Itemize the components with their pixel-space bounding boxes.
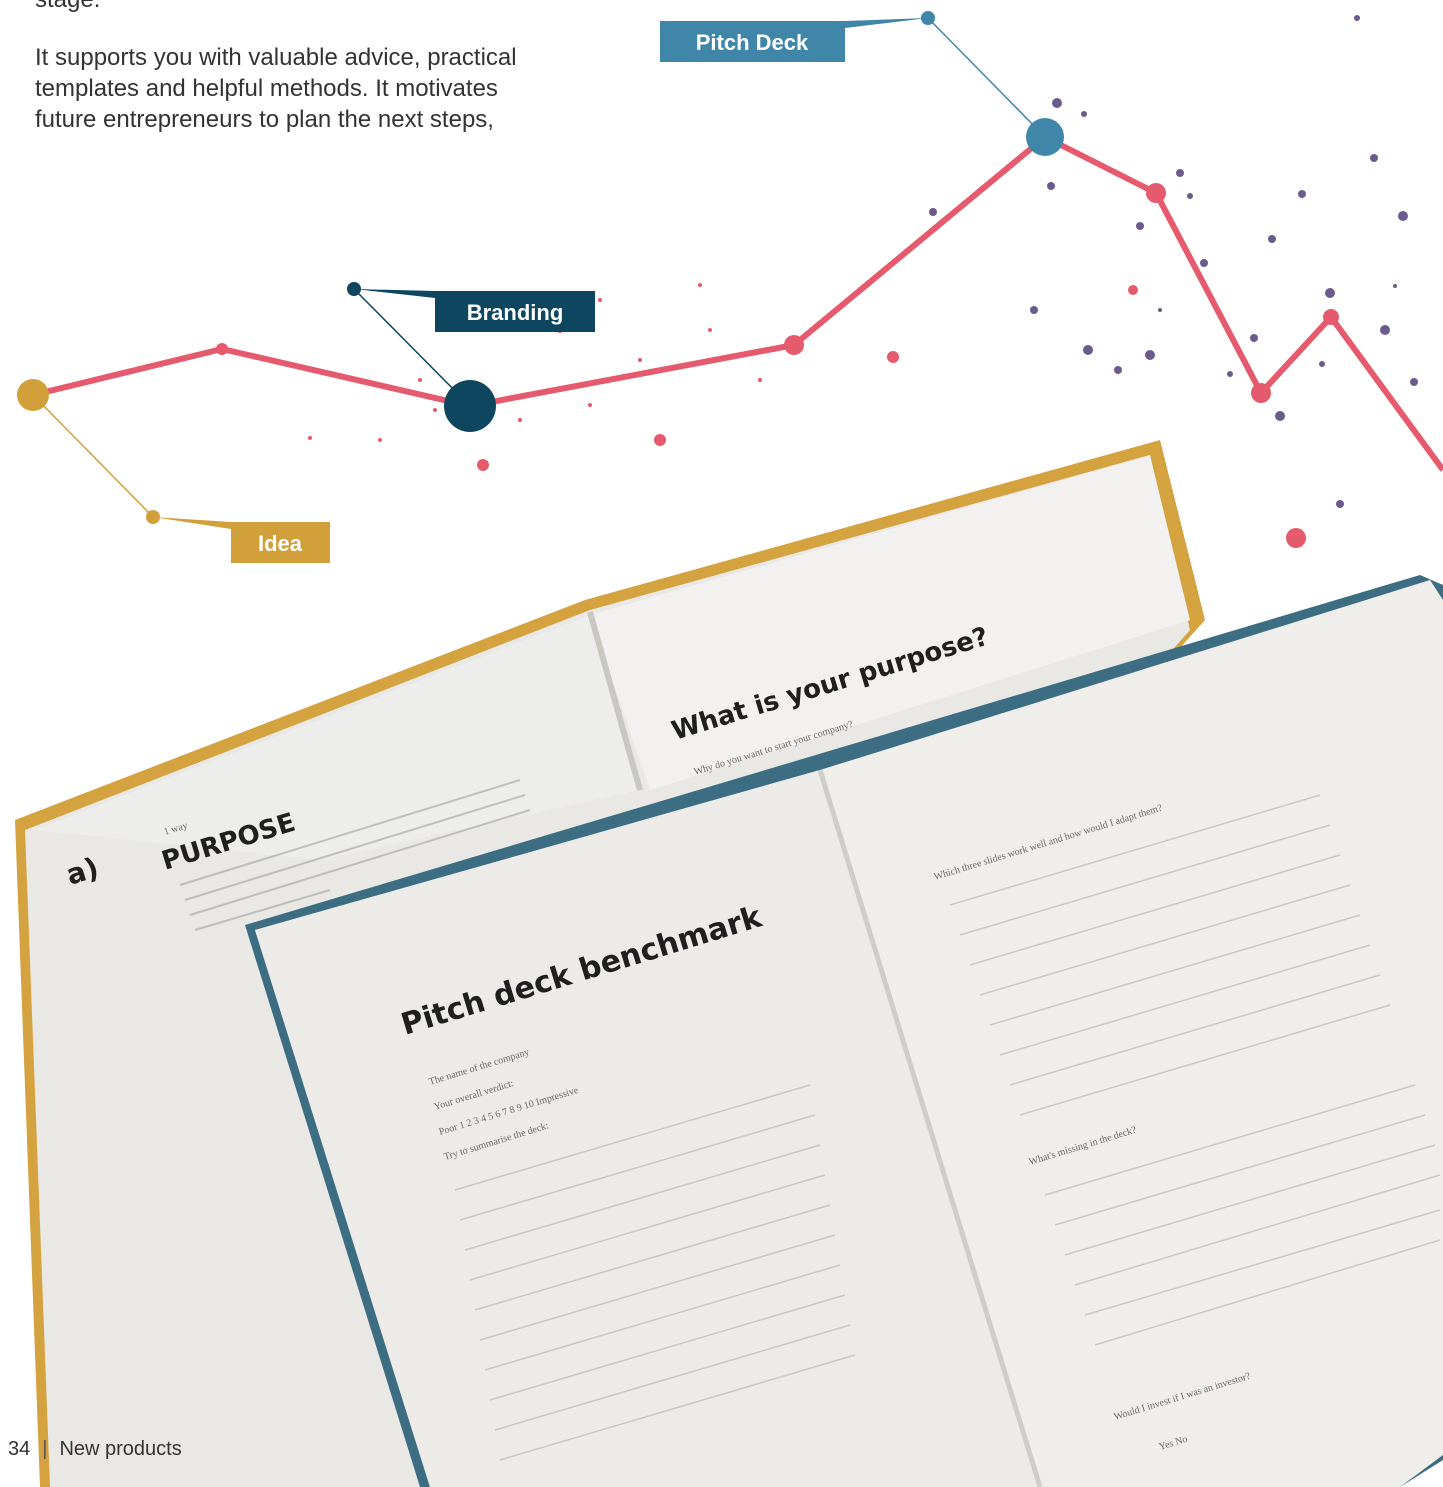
footer-separator: |	[42, 1438, 48, 1460]
idea-label: Idea	[258, 531, 303, 556]
idea-callout: Idea	[153, 517, 330, 563]
journey-graphic: Idea Branding Pitch Deck	[17, 11, 1443, 563]
pitch-deck-leader-line	[927, 17, 1046, 138]
pitch-deck-callout: Pitch Deck	[660, 18, 928, 62]
journey-line	[32, 134, 1443, 472]
pitch-deck-node	[1026, 118, 1064, 156]
page-number: 34	[8, 1438, 31, 1460]
scatter-dots-purple	[929, 15, 1418, 508]
pitch-deck-label: Pitch Deck	[696, 30, 809, 55]
page-footer: 34 | New products	[8, 1438, 182, 1461]
section-name: New products	[59, 1438, 182, 1460]
branding-label: Branding	[467, 300, 564, 325]
branding-node	[444, 380, 496, 432]
journey-line-start	[32, 348, 223, 396]
idea-node	[17, 379, 49, 411]
idea-leader-line	[32, 394, 154, 518]
